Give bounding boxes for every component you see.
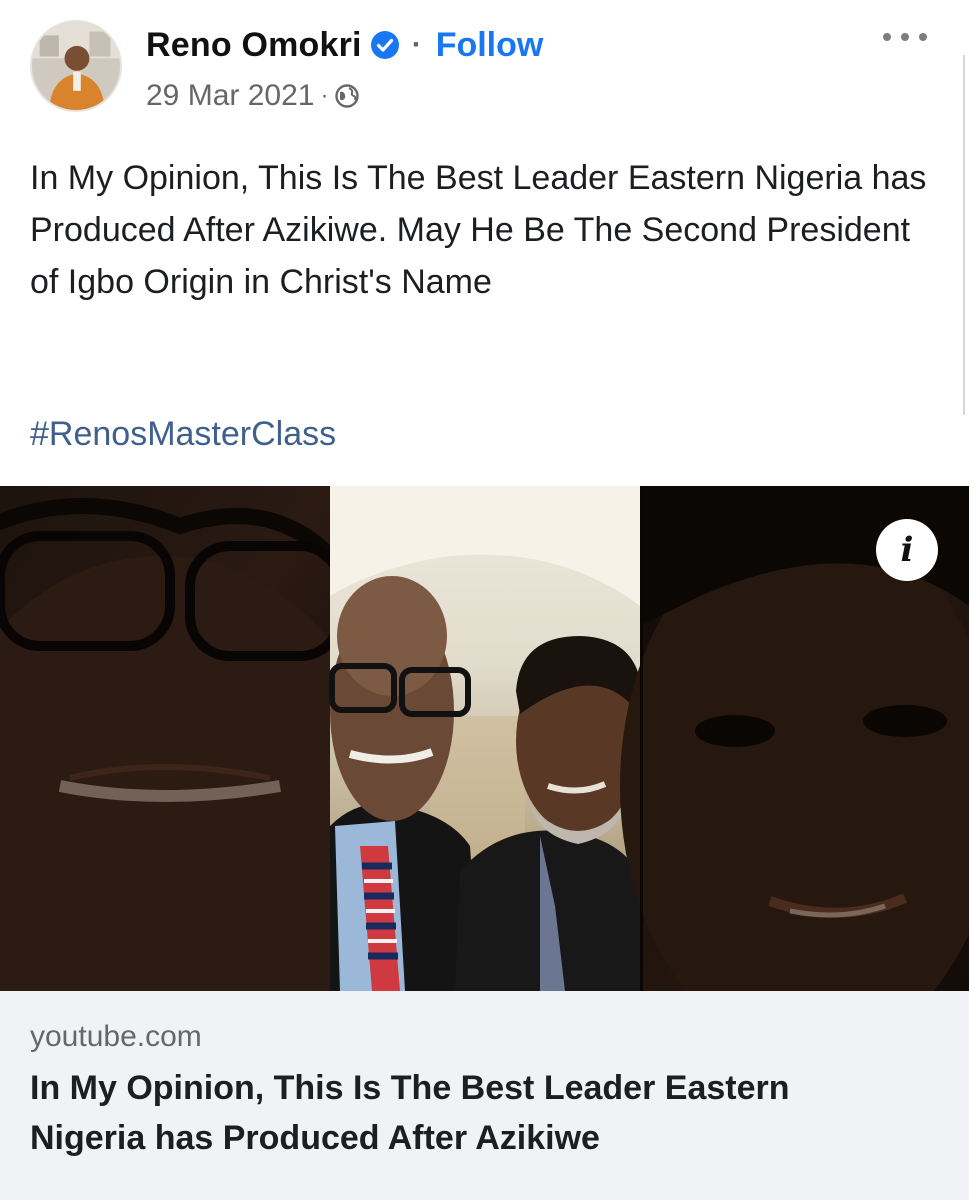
scroll-edge xyxy=(963,55,969,415)
more-dot xyxy=(901,33,909,41)
link-title[interactable]: In My Opinion, This Is The Best Leader E… xyxy=(30,1063,910,1163)
post-body-text: In My Opinion, This Is The Best Leader E… xyxy=(30,159,927,301)
video-thumbnail xyxy=(0,486,969,991)
hashtag-link[interactable]: #RenosMasterClass xyxy=(30,415,336,454)
post-date[interactable]: 29 Mar 2021 xyxy=(146,79,314,113)
more-dot xyxy=(883,33,891,41)
facebook-post: Reno Omokri · Follow 29 Mar 2021 · In My… xyxy=(0,0,969,1200)
meta-separator: · xyxy=(320,82,329,109)
link-preview-image[interactable] xyxy=(0,486,969,991)
post-meta: 29 Mar 2021 · xyxy=(146,76,360,116)
more-options-icon[interactable] xyxy=(883,22,927,52)
more-dot xyxy=(919,33,927,41)
post-header: Reno Omokri · Follow 29 Mar 2021 · xyxy=(0,0,969,125)
link-domain: youtube.com xyxy=(30,1020,202,1053)
author-name[interactable]: Reno Omokri xyxy=(146,26,362,65)
follow-button[interactable]: Follow xyxy=(436,26,544,65)
verified-badge-icon xyxy=(370,30,400,60)
author-row: Reno Omokri · Follow xyxy=(146,22,543,68)
author-separator: · xyxy=(411,28,422,61)
avatar-photo xyxy=(32,22,120,110)
author-avatar[interactable] xyxy=(30,20,122,112)
globe-icon[interactable] xyxy=(334,83,360,109)
info-icon[interactable]: i xyxy=(876,519,938,581)
